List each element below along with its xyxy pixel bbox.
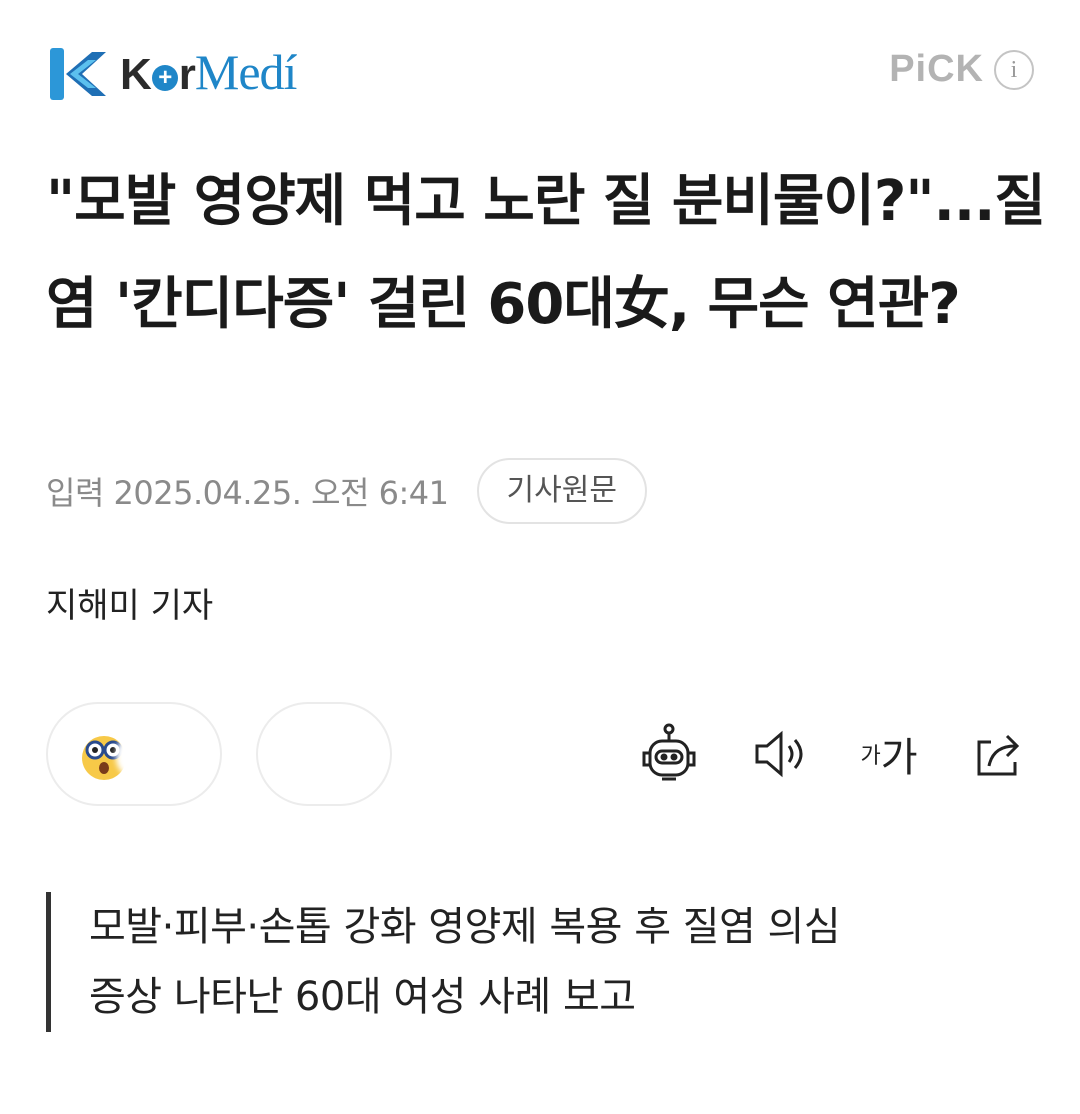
reporter-name: 지해미 기자 [46,586,214,626]
kormedi-wordmark: K + rMedí [120,42,298,105]
logo-letter-r: r [178,50,196,99]
reaction-blurred-area [116,734,212,778]
font-size-small-glyph: 가 [860,744,881,769]
pick-label: PiCK [889,48,984,90]
pick-badge[interactable]: PiCK i [889,48,1034,91]
original-article-button[interactable]: 기사원문 [476,458,647,524]
reaction-button-surprised[interactable] [46,702,222,806]
info-icon[interactable]: i [994,49,1034,90]
share-icon [977,734,1020,776]
article-meta: 입력 2025.04.25. 오전 6:41 기사원문 [46,458,647,524]
logo-medi: Medí [194,44,298,100]
font-size-big-glyph: 가 [880,735,918,781]
summary-bot-button[interactable] [634,718,704,790]
share-button[interactable] [964,718,1034,790]
summary-line: 모발·피부·손톱 강화 영양제 복용 후 질염 의심 [89,904,841,950]
logo-letter-k: K [120,50,152,99]
logo-plus-icon: + [151,64,178,91]
app-header: K + rMedí PiCK i [0,0,1080,150]
speaker-icon [755,730,803,778]
reaction-blurred-area-2 [266,728,376,782]
article-summary: 모발·피부·손톱 강화 영양제 복용 후 질염 의심 증상 나타난 60대 여성… [46,892,1006,1032]
summary-line: 증상 나타난 60대 여성 사례 보고 [89,974,636,1020]
reaction-bar [46,702,426,806]
kormedi-logo[interactable]: K + rMedí [48,42,298,105]
publish-date: 입력 2025.04.25. 오전 6:41 [46,474,449,512]
robot-summary-icon [642,723,696,781]
article-headline: "모발 영양제 먹고 노란 질 분비물이?"...질염 '칸디다증' 걸린 60… [46,169,1046,337]
read-aloud-button[interactable] [744,718,814,790]
reaction-button-second[interactable] [256,702,392,806]
article-tools: 가가 [594,718,1034,790]
kormedi-logo-mark-icon [50,47,106,100]
font-size-button[interactable]: 가가 [854,718,924,790]
